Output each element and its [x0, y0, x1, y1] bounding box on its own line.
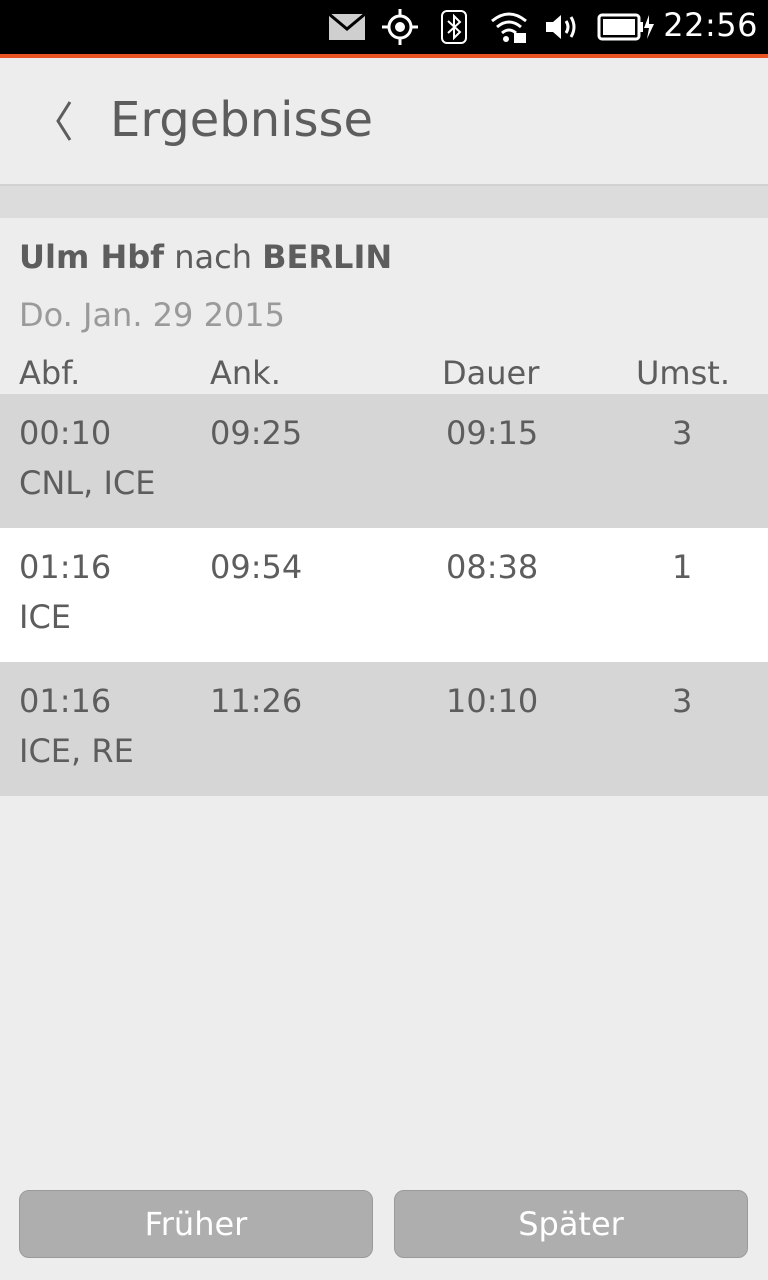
wifi-icon — [490, 10, 528, 44]
train-types: CNL, ICE — [19, 464, 156, 502]
battery-charging-icon — [597, 10, 655, 44]
page-header: Ergebnisse — [0, 58, 768, 186]
duration: 08:38 — [446, 548, 539, 586]
divider — [0, 186, 768, 218]
changes-count: 3 — [672, 414, 693, 452]
departure-time: 01:16 — [19, 548, 112, 586]
chevron-left-icon — [56, 101, 72, 141]
changes-count: 1 — [672, 548, 693, 586]
status-time: 22:56 — [663, 6, 758, 44]
column-header-arrival: Ank. — [210, 354, 281, 392]
connection-row[interactable]: 00:10 09:25 09:15 3 CNL, ICE — [0, 394, 768, 528]
arrival-time: 09:25 — [210, 414, 303, 452]
route-to: BERLIN — [262, 238, 393, 276]
departure-time: 00:10 — [19, 414, 112, 452]
train-types: ICE — [19, 598, 71, 636]
departure-time: 01:16 — [19, 682, 112, 720]
mail-icon — [328, 10, 366, 44]
route-heading: Ulm Hbf nach BERLIN — [19, 238, 392, 276]
column-header-duration: Dauer — [442, 354, 540, 392]
earlier-button[interactable]: Früher — [19, 1190, 373, 1258]
column-header-departure: Abf. — [19, 354, 81, 392]
page-title: Ergebnisse — [110, 92, 373, 148]
route-from: Ulm Hbf — [19, 238, 165, 276]
route-date: Do. Jan. 29 2015 — [19, 296, 285, 334]
route-connector: nach — [174, 238, 252, 276]
status-bar: 22:56 — [0, 0, 768, 58]
connection-row[interactable]: 01:16 09:54 08:38 1 ICE — [0, 528, 768, 662]
later-button[interactable]: Später — [394, 1190, 748, 1258]
duration: 10:10 — [446, 682, 539, 720]
bluetooth-icon — [440, 10, 468, 44]
duration: 09:15 — [446, 414, 539, 452]
column-header-changes: Umst. — [636, 354, 730, 392]
arrival-time: 11:26 — [210, 682, 303, 720]
location-icon — [382, 9, 418, 45]
volume-icon — [544, 10, 580, 44]
train-types: ICE, RE — [19, 732, 134, 770]
arrival-time: 09:54 — [210, 548, 303, 586]
back-button[interactable] — [46, 98, 86, 144]
connection-row[interactable]: 01:16 11:26 10:10 3 ICE, RE — [0, 662, 768, 796]
changes-count: 3 — [672, 682, 693, 720]
